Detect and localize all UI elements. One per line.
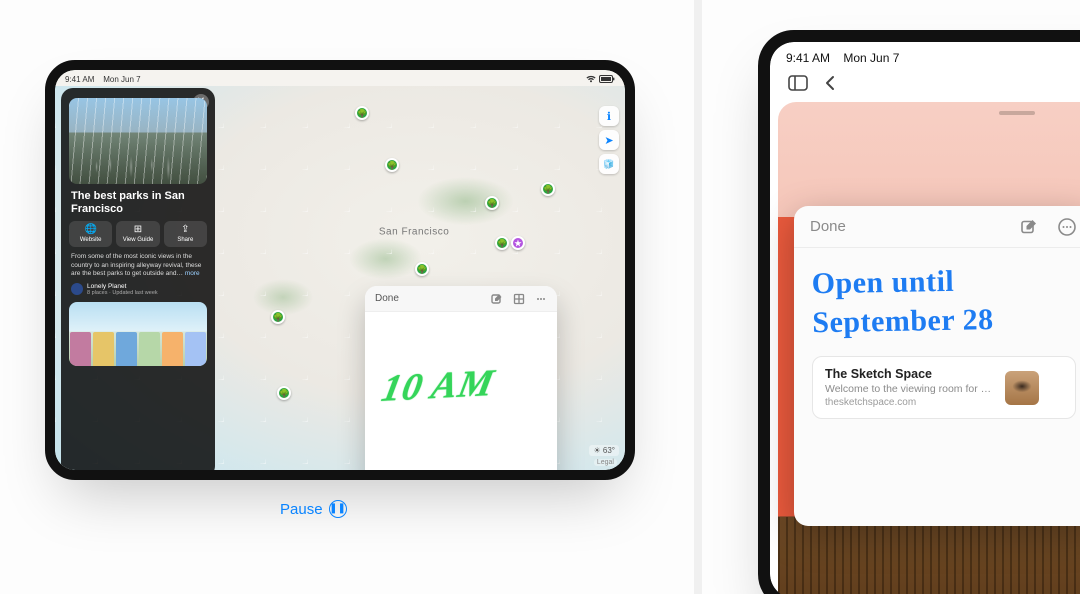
ipad-left-device: 9:41 AM Mon Jun 7 San Francisco 🌳 🌳 xyxy=(45,60,635,480)
map-locate-button[interactable]: ➤ xyxy=(599,130,619,150)
more-icon[interactable] xyxy=(1056,216,1078,238)
maps-guide-panel[interactable]: ✕ The best parks in San Francisco 🌐Websi… xyxy=(61,88,215,470)
link-preview-card[interactable]: The Sketch Space Welcome to the viewing … xyxy=(812,356,1076,419)
link-url: thesketchspace.com xyxy=(825,397,995,408)
view-guide-chip[interactable]: ⊞View Guide xyxy=(116,221,159,247)
more-link[interactable]: more xyxy=(185,270,200,277)
map-controls: ℹ︎ ➤ 🧊 xyxy=(599,106,619,174)
status-date: Mon Jun 7 xyxy=(103,75,140,84)
map-info-button[interactable]: ℹ︎ xyxy=(599,106,619,126)
grid-icon[interactable] xyxy=(513,293,525,305)
battery-icon xyxy=(599,75,615,83)
done-button[interactable]: Done xyxy=(810,218,846,235)
pause-icon: ❚❚ xyxy=(329,500,347,518)
grabber-handle[interactable] xyxy=(999,111,1035,115)
sidebar-icon[interactable] xyxy=(788,75,808,96)
note-ink-text: 10 AM xyxy=(378,361,498,411)
status-date: Mon Jun 7 xyxy=(843,51,899,65)
map-city-label: San Francisco xyxy=(379,226,449,237)
guide-description: From some of the most iconic views in th… xyxy=(71,253,205,278)
more-icon[interactable] xyxy=(535,293,547,305)
ipad-right-device: 9:41 AM Mon Jun 7 Done xyxy=(758,30,1080,594)
back-icon[interactable] xyxy=(824,75,836,96)
map-pin[interactable]: 🌳 xyxy=(415,262,429,276)
map-pin[interactable]: 🌳 xyxy=(385,158,399,172)
quick-note-popover[interactable]: Done 10 AM xyxy=(365,286,557,470)
compose-icon[interactable] xyxy=(1018,216,1040,238)
map-pin[interactable]: 🌳 xyxy=(277,386,291,400)
map-legal[interactable]: Legal xyxy=(594,459,617,466)
map-pin-poi[interactable]: ★ xyxy=(511,236,525,250)
publisher-meta: 8 places · Updated last week xyxy=(87,290,158,296)
status-bar: 9:41 AM Mon Jun 7 xyxy=(55,70,625,86)
pause-button[interactable]: Pause ❚❚ xyxy=(280,500,347,518)
guide-byline[interactable]: Lonely Planet 8 places · Updated last we… xyxy=(71,283,205,296)
compose-icon[interactable] xyxy=(491,293,503,305)
note-body[interactable]: Open until September 28 The Sketch Space… xyxy=(794,248,1080,526)
link-thumbnail xyxy=(1005,371,1039,405)
link-subtitle: Welcome to the viewing room for e… xyxy=(825,383,995,395)
guide-secondary-image[interactable] xyxy=(69,302,207,366)
note-ink-text: Open until September 28 xyxy=(811,260,1076,343)
link-title: The Sketch Space xyxy=(825,367,995,381)
website-chip[interactable]: 🌐Website xyxy=(69,221,112,247)
note-toolbar: Done xyxy=(365,286,557,312)
panel-divider xyxy=(694,0,702,594)
quick-note-popover[interactable]: Done Open until September 28 The Sketch … xyxy=(794,206,1080,526)
share-chip[interactable]: ⇪Share xyxy=(164,221,207,247)
publisher-avatar xyxy=(71,283,83,295)
map-pin[interactable]: 🌳 xyxy=(495,236,509,250)
status-bar: 9:41 AM Mon Jun 7 xyxy=(770,42,1080,68)
note-body[interactable]: 10 AM xyxy=(365,312,557,470)
wifi-icon xyxy=(586,75,596,83)
map-pin[interactable]: 🌳 xyxy=(541,182,555,196)
ipad-left-screen: 9:41 AM Mon Jun 7 San Francisco 🌳 🌳 xyxy=(55,70,625,470)
note-toolbar: Done xyxy=(794,206,1080,248)
status-time: 9:41 AM xyxy=(65,75,94,84)
map-temperature: ☀︎ 63° xyxy=(589,445,619,456)
guide-title: The best parks in San Francisco xyxy=(71,190,205,215)
guide-hero-image xyxy=(69,98,207,184)
map-3d-button[interactable]: 🧊 xyxy=(599,154,619,174)
promo-stage: 9:41 AM Mon Jun 7 San Francisco 🌳 🌳 xyxy=(0,0,1080,594)
publisher-name: Lonely Planet xyxy=(87,283,158,290)
status-time: 9:41 AM xyxy=(786,51,830,65)
map-pin[interactable]: 🌳 xyxy=(485,196,499,210)
ipad-right-screen: 9:41 AM Mon Jun 7 Done xyxy=(770,42,1080,594)
map-pin[interactable]: 🌳 xyxy=(355,106,369,120)
safari-toolbar xyxy=(770,68,1080,102)
pause-label: Pause xyxy=(280,501,323,518)
map-pin[interactable]: 🌳 xyxy=(271,310,285,324)
done-button[interactable]: Done xyxy=(375,293,399,304)
